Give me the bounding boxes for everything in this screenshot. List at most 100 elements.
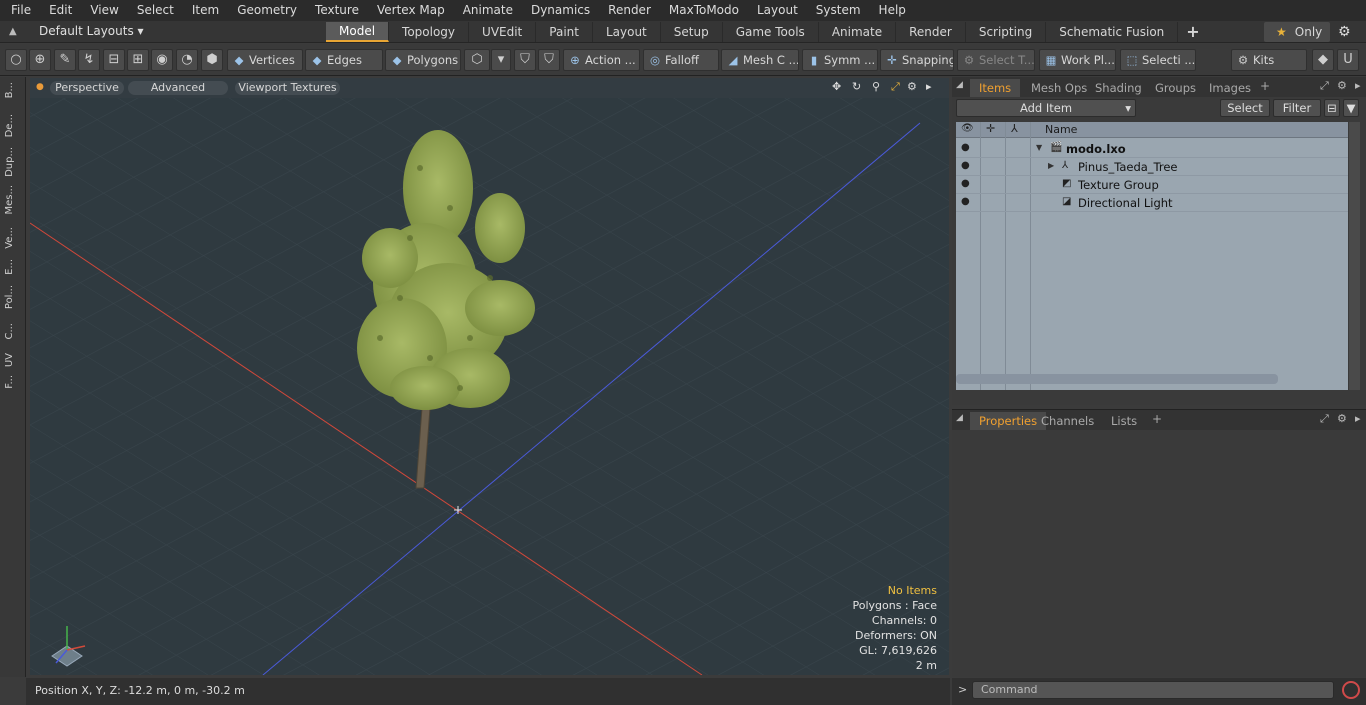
tab-animate[interactable]: Animate (819, 22, 897, 42)
menu-item-vertex-map[interactable]: Vertex Map (367, 0, 453, 21)
items-tab-groups[interactable]: Groups (1146, 79, 1205, 97)
items-tab-images[interactable]: Images (1200, 79, 1260, 97)
tab-schematic-fusion[interactable]: Schematic Fusion (1046, 22, 1179, 42)
tree-row[interactable]: ● ▶ ⅄ Pinus_Taeda_Tree (956, 158, 1348, 176)
record-icon[interactable] (1342, 681, 1360, 699)
tree-row[interactable]: ● ▼ 🎬 modo.lxo (956, 140, 1348, 158)
side-tab-5[interactable]: E... (4, 259, 22, 275)
perspective-button[interactable]: Perspective (50, 81, 124, 95)
menu-item-select[interactable]: Select (127, 0, 182, 21)
side-tab-7[interactable]: C... (4, 323, 22, 340)
visibility-eye-icon[interactable]: ● (961, 197, 973, 207)
filter-button[interactable]: Filter (1273, 99, 1321, 117)
unity-icon[interactable]: ◆ (1312, 49, 1334, 71)
funnel-icon[interactable]: ▼ (1343, 99, 1359, 117)
selection-sets-button[interactable]: ⬚ Selecti ... (1120, 49, 1196, 71)
visibility-eye-icon[interactable]: ● (961, 179, 973, 189)
move-icon[interactable]: ✥ (832, 80, 841, 93)
expanded-arrow-icon[interactable]: ▼ (1036, 143, 1042, 152)
maximize-icon[interactable]: ⤢ (891, 80, 900, 94)
menu-item-geometry[interactable]: Geometry (227, 0, 305, 21)
menu-item-dynamics[interactable]: Dynamics (521, 0, 598, 21)
item-mode-icon[interactable]: ⬡ (464, 49, 490, 71)
menu-item-help[interactable]: Help (869, 0, 914, 21)
add-item-button[interactable]: Add Item ▾ (956, 99, 1136, 117)
shield-icon[interactable]: ⛉ (514, 49, 536, 71)
tree-row[interactable]: ● ◪ Directional Light (956, 194, 1348, 212)
falloff-button[interactable]: ◎ Falloff (643, 49, 719, 71)
side-tab-9[interactable]: F... (4, 375, 22, 389)
tab-layout[interactable]: Layout (593, 22, 661, 42)
visibility-eye-icon[interactable]: ● (961, 161, 973, 171)
tab-topology[interactable]: Topology (389, 22, 470, 42)
cube-icon[interactable]: ⬢ (201, 49, 223, 71)
kits-button[interactable]: ⚙ Kits (1231, 49, 1307, 71)
panel-gear-icon[interactable]: ⚙ (1337, 79, 1347, 92)
layouts-selector[interactable]: ▲ Default Layouts ▾ (0, 21, 330, 43)
menu-item-maxtomodo[interactable]: MaxToModo (659, 0, 747, 21)
horizontal-scrollbar[interactable] (956, 374, 1278, 384)
frame-icon[interactable]: ◉ (151, 49, 173, 71)
edges-button[interactable]: ◆ Edges (305, 49, 383, 71)
menu-item-file[interactable]: File (0, 0, 39, 21)
menu-item-layout[interactable]: Layout (747, 0, 806, 21)
item-tree[interactable]: 👁 ✛ ⅄ Name ● ▼ 🎬 modo.lxo ● ▶ ⅄ Pinus_Taeda_Tre… (956, 122, 1348, 390)
props-gear-icon[interactable]: ⚙ (1337, 412, 1347, 425)
collapse-icon[interactable]: ▲ (9, 26, 17, 37)
tab-model[interactable]: Model (326, 22, 390, 42)
pen-icon[interactable]: ✎ (54, 49, 76, 71)
menu-item-render[interactable]: Render (598, 0, 659, 21)
collapsed-arrow-icon[interactable]: ▶ (1048, 161, 1054, 170)
panel-expand-icon[interactable]: ⤢ (1320, 79, 1329, 93)
collapse-button[interactable]: ⊟ (1324, 99, 1340, 117)
gear-icon[interactable]: ⚙ (1338, 24, 1351, 40)
select-button[interactable]: Select (1220, 99, 1270, 117)
viewport-gear-icon[interactable]: ⚙ (907, 80, 917, 93)
menu-item-item[interactable]: Item (182, 0, 227, 21)
menu-item-animate[interactable]: Animate (453, 0, 521, 21)
items-add-tab-icon[interactable]: + (1260, 79, 1270, 93)
tab-paint[interactable]: Paint (536, 22, 593, 42)
panel-menu-icon[interactable]: ▸ (1355, 79, 1361, 92)
command-input[interactable]: Command (972, 681, 1334, 699)
dropdown-icon[interactable]: ▾ (491, 49, 511, 71)
tab-setup[interactable]: Setup (661, 22, 723, 42)
polygons-button[interactable]: ◆ Polygons (385, 49, 461, 71)
name-column-header[interactable]: Name (1045, 123, 1077, 136)
props-menu-icon[interactable]: ▸ (1355, 412, 1361, 425)
orbit-icon[interactable]: ↻ (852, 80, 861, 93)
3d-viewport[interactable]: No Items Polygons : Face Channels: 0 Def… (30, 78, 949, 675)
mesh-constraint-button[interactable]: ◢ Mesh C ... (721, 49, 799, 71)
circle-select-icon[interactable]: ○ (5, 49, 27, 71)
side-tab-6[interactable]: Pol... (4, 285, 22, 309)
tree-row[interactable]: ● ◩ Texture Group (956, 176, 1348, 194)
action-button[interactable]: ⊕ Action ... (563, 49, 640, 71)
add-tab-icon[interactable]: + (1178, 22, 1207, 42)
select-through-button[interactable]: ⚙ Select T... (957, 49, 1035, 71)
snapping-button[interactable]: ✛ Snapping (880, 49, 954, 71)
vertical-scrollbar[interactable] (1349, 122, 1360, 390)
side-tab-3[interactable]: Mes... (4, 185, 22, 215)
advanced-button[interactable]: Advanced (128, 81, 228, 95)
props-add-tab-icon[interactable]: + (1152, 412, 1162, 426)
viewport-textures-button[interactable]: Viewport Textures (235, 81, 340, 95)
only-toggle[interactable]: ★ Only (1264, 22, 1330, 42)
items-tab-shading[interactable]: Shading (1086, 79, 1151, 97)
menu-item-system[interactable]: System (806, 0, 869, 21)
tab-scripting[interactable]: Scripting (966, 22, 1047, 42)
menu-item-edit[interactable]: Edit (39, 0, 80, 21)
vertices-button[interactable]: ◆ Vertices (227, 49, 303, 71)
brush-icon[interactable]: ↯ (78, 49, 100, 71)
unreal-icon[interactable]: U (1337, 49, 1359, 71)
side-tab-8[interactable]: UV (4, 353, 22, 367)
side-tab-0[interactable]: B... (4, 82, 22, 98)
align-icon[interactable]: ⊟ (103, 49, 125, 71)
visibility-eye-icon[interactable]: ● (961, 143, 973, 153)
tab-render[interactable]: Render (896, 22, 966, 42)
viewport-menu-icon[interactable]: ▸ (926, 80, 932, 93)
side-tab-1[interactable]: De... (4, 114, 22, 137)
symmetry-button[interactable]: ▮ Symm ... (802, 49, 878, 71)
props-expand-icon[interactable]: ⤢ (1320, 412, 1329, 426)
center-icon[interactable]: ⊞ (127, 49, 149, 71)
tab-uvedit[interactable]: UVEdit (469, 22, 537, 42)
